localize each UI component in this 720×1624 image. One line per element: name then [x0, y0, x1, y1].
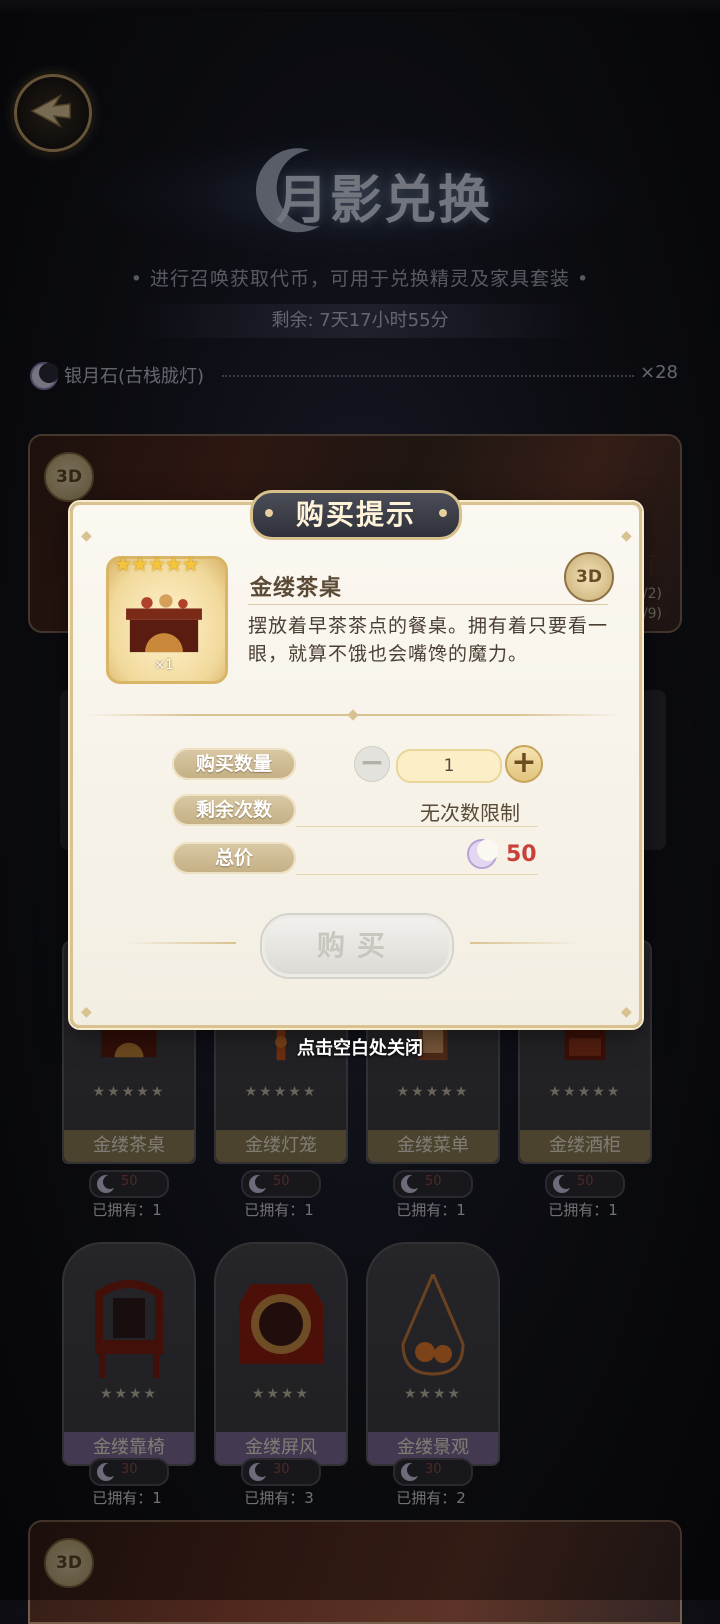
item-description: 摆放着早茶茶点的餐桌。拥有着只要看一眼，就算不饿也会嘴馋的魔力。 — [248, 615, 609, 665]
title-dot — [439, 509, 447, 517]
buy-decoration-left — [126, 942, 236, 944]
item-quantity: ×1 — [154, 658, 174, 673]
quantity-decrease-button[interactable]: − — [354, 746, 390, 782]
buy-decoration-right — [470, 942, 580, 944]
quantity-label: 购买数量 — [172, 748, 296, 780]
remaining-label: 剩余次数 — [172, 794, 296, 826]
3d-view-button[interactable]: 3D — [564, 552, 614, 602]
corner-ornament: ◆ — [621, 1004, 632, 1020]
remaining-value: 无次数限制 — [420, 801, 520, 825]
total-label: 总价 — [172, 842, 296, 874]
quantity-increase-button[interactable]: + — [505, 745, 543, 783]
quantity-input[interactable]: 1 — [396, 749, 502, 783]
item-rarity-stars: ★★★★★ — [114, 552, 200, 576]
title-dot — [265, 509, 273, 517]
row-underline — [296, 826, 538, 827]
buy-button[interactable]: 购买 — [262, 915, 452, 977]
dialog-title: 购买提示 — [250, 490, 462, 540]
crescent-moon-icon — [467, 839, 498, 869]
item-name: 金缕茶桌 — [250, 575, 343, 601]
corner-ornament: ◆ — [81, 528, 92, 544]
item-name-underline — [248, 604, 608, 605]
corner-ornament: ◆ — [81, 1004, 92, 1020]
close-hint: 点击空白处关闭 — [297, 1038, 423, 1059]
total-price: 50 — [506, 842, 537, 867]
corner-ornament: ◆ — [621, 528, 632, 544]
row-underline — [296, 874, 538, 875]
dialog-title-text: 购买提示 — [295, 498, 416, 531]
